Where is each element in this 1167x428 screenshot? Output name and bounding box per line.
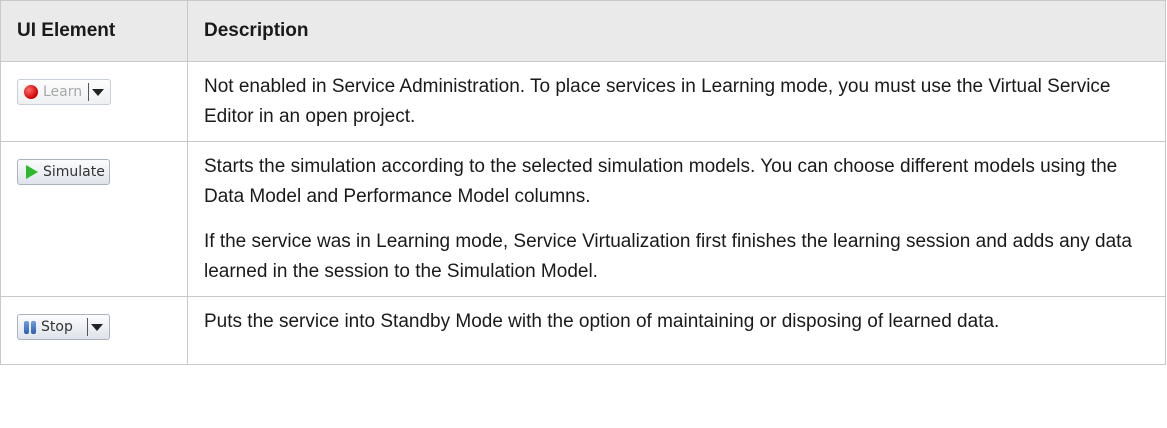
dropdown-separator [88, 83, 90, 101]
simulate-button-label: Simulate [43, 164, 105, 180]
stop-button-label: Stop [41, 319, 73, 335]
description-text: Not enabled in Service Administration. T… [204, 76, 1111, 127]
learn-button[interactable]: Learn [17, 79, 112, 105]
ui-element-cell: Stop [0, 296, 188, 365]
stop-button[interactable]: Stop [17, 314, 110, 340]
header-ui-element: UI Element [0, 0, 188, 62]
ui-element-table: UI Element Description Learn Not enabled… [0, 0, 1166, 365]
learn-button-label: Learn [43, 84, 83, 100]
dropdown-separator [86, 318, 88, 336]
ui-element-cell: Simulate [0, 141, 188, 297]
table-row-learn: Learn Not enabled in Service Administrat… [0, 61, 1166, 142]
table-row-stop: Stop Puts the service into Standby Mode … [0, 296, 1166, 365]
simulate-button[interactable]: Simulate [17, 159, 110, 185]
play-icon [26, 165, 38, 179]
description-text: Starts the simulation according to the s… [204, 156, 1118, 207]
description-text: Puts the service into Standby Mode with … [204, 311, 1000, 332]
record-icon [24, 85, 38, 99]
description-cell: Not enabled in Service Administration. T… [187, 61, 1166, 142]
dropdown-arrow-icon[interactable] [90, 323, 103, 331]
pause-icon [24, 320, 36, 334]
table-row-simulate: Simulate Starts the simulation according… [0, 141, 1166, 297]
dropdown-arrow-icon[interactable] [92, 88, 105, 96]
description-cell: Starts the simulation according to the s… [187, 141, 1166, 297]
header-description: Description [187, 0, 1166, 62]
ui-element-cell: Learn [0, 61, 188, 142]
table-header-row: UI Element Description [0, 0, 1166, 62]
description-text: If the service was in Learning mode, Ser… [204, 231, 1132, 282]
description-cell: Puts the service into Standby Mode with … [187, 296, 1166, 365]
